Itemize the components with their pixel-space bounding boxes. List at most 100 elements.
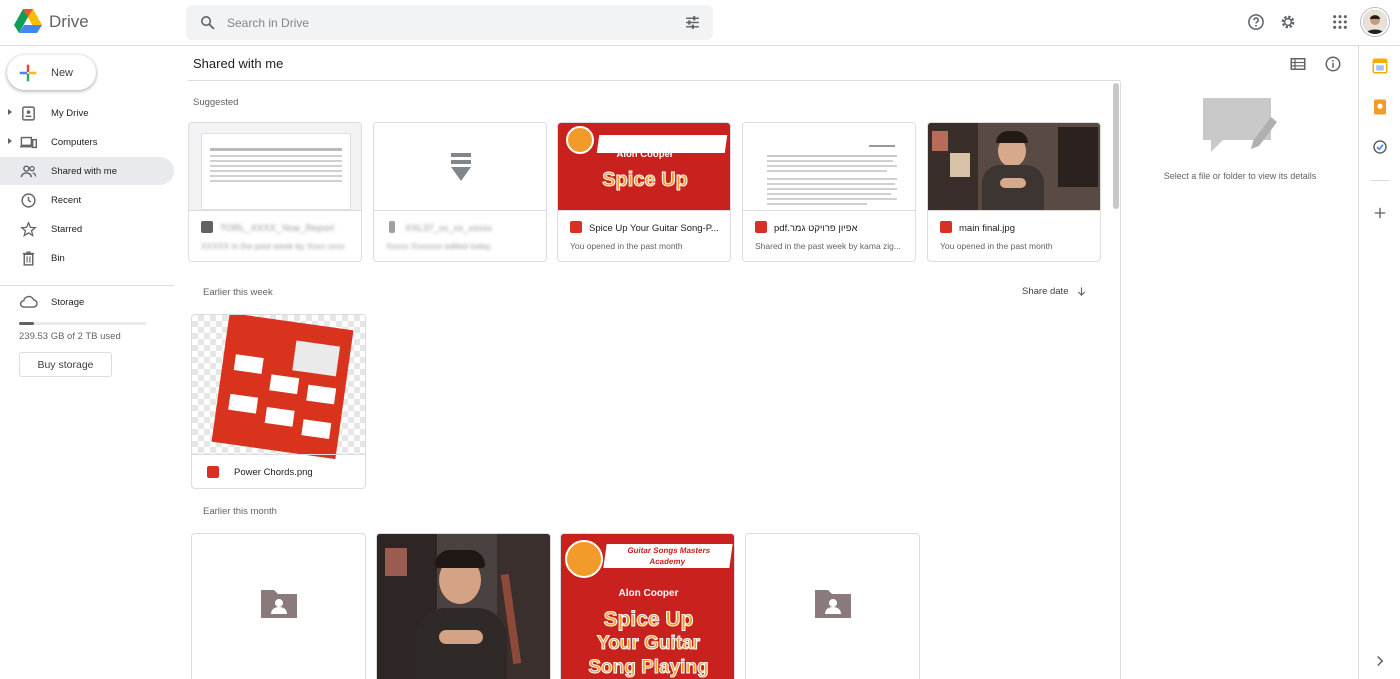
gear-icon — [1281, 15, 1295, 29]
drive-logo[interactable] — [14, 8, 42, 34]
new-button-label: New — [51, 66, 74, 79]
storage-usage-fill — [19, 322, 34, 325]
nav-label: Recent — [51, 195, 82, 206]
info-icon[interactable] — [1324, 55, 1342, 73]
file-activity: You opened in the past month — [940, 241, 1053, 251]
earlier-this-week-heading: Earlier this week — [203, 287, 273, 298]
computers-icon — [20, 136, 37, 149]
plus-icon — [19, 64, 37, 81]
add-addon-icon[interactable] — [1371, 204, 1389, 222]
details-empty-message: Select a file or folder to view its deta… — [1163, 171, 1317, 181]
file-thumbnail — [743, 123, 915, 210]
pdf-file-icon — [570, 221, 582, 233]
file-activity: Xxxxx Xxxxxxx edited today — [386, 241, 491, 251]
cloud-icon — [19, 295, 38, 308]
nav-starred[interactable]: Starred — [0, 215, 174, 243]
generic-file-icon — [451, 153, 471, 181]
scrollbar-thumb[interactable] — [1113, 83, 1119, 209]
file-name: main final.jpg — [959, 223, 1015, 234]
help-icon — [1248, 14, 1264, 30]
my-drive-icon — [22, 106, 35, 121]
poster-brand-line: Academy — [648, 557, 686, 566]
chevron-right-icon[interactable] — [1371, 652, 1389, 670]
image-file-icon — [207, 466, 219, 478]
shared-folder-card[interactable] — [745, 533, 920, 679]
file-name: XXL37_xx_xx_xxxxx — [405, 223, 493, 234]
storage-usage-bar — [19, 322, 146, 325]
file-name: TORL_XXXX_Year_Report — [220, 223, 335, 234]
star-icon — [20, 221, 37, 237]
apps-grid-icon — [1333, 15, 1347, 29]
nav-label: My Drive — [51, 108, 89, 119]
help-button[interactable] — [1245, 11, 1267, 33]
search-bar[interactable] — [186, 5, 713, 40]
apps-button[interactable] — [1329, 11, 1351, 33]
arrow-down-icon[interactable] — [1076, 286, 1087, 297]
search-options-icon[interactable] — [684, 14, 701, 31]
top-bar: Drive — [0, 0, 1400, 46]
file-thumbnail — [189, 123, 361, 210]
file-card[interactable]: Power Chords.png — [191, 314, 366, 489]
poster-brand-line: Guitar Songs Masters — [626, 546, 711, 555]
page-title: Shared with me — [193, 56, 284, 71]
poster-title: Song Playing — [588, 657, 709, 679]
suggested-file-card[interactable]: XXL37_xx_xx_xxxxx Xxxxx Xxxxxxx edited t… — [373, 122, 547, 262]
file-name: Spice Up Your Guitar Song-P... — [589, 223, 719, 234]
account-avatar[interactable] — [1361, 8, 1389, 36]
suggested-file-card[interactable]: pdf.אפיון פרויקט גמר Shared in the past … — [742, 122, 916, 262]
file-activity: Shared in the past week by kama zig... — [755, 241, 901, 251]
sort-label: Share date — [1022, 286, 1069, 297]
main-divider — [188, 80, 1120, 81]
file-thumbnail — [192, 315, 365, 460]
shared-folder-card[interactable] — [191, 533, 366, 679]
poster-author: Alon Cooper — [618, 588, 679, 599]
file-name: Power Chords.png — [234, 467, 313, 478]
poster-title: Your Guitar — [596, 633, 701, 655]
image-file-icon — [940, 221, 952, 233]
search-input[interactable] — [227, 13, 657, 33]
poster-brand-banner: Guitar Songs Masters Academy — [603, 544, 733, 568]
settings-button[interactable] — [1277, 11, 1299, 33]
search-icon[interactable] — [199, 14, 216, 31]
file-activity: You opened in the past month — [570, 241, 683, 251]
storage-used-text: 239.53 GB of 2 TB used — [19, 331, 121, 342]
clock-icon — [21, 193, 36, 208]
buy-storage-button[interactable]: Buy storage — [19, 352, 112, 377]
list-view-icon[interactable] — [1289, 55, 1307, 73]
suggested-file-card[interactable]: main final.jpg You opened in the past mo… — [927, 122, 1101, 262]
storage-label[interactable]: Storage — [51, 297, 84, 308]
sort-by-share-date[interactable]: Share date — [1022, 286, 1087, 297]
shared-folder-icon — [261, 590, 297, 618]
expand-caret-icon[interactable] — [8, 109, 12, 115]
app-name[interactable]: Drive — [49, 12, 89, 32]
nav-my-drive[interactable]: My Drive — [0, 99, 174, 127]
sheet-file-icon — [201, 221, 213, 233]
calendar-icon[interactable] — [1371, 57, 1389, 75]
video-thumbnail-card[interactable] — [376, 533, 551, 679]
nav-label: Bin — [51, 253, 65, 264]
keep-icon[interactable] — [1371, 98, 1389, 116]
file-thumbnail: Alon Cooper Spice Up — [558, 123, 730, 210]
suggested-file-card[interactable]: TORL_XXXX_Year_Report XXXXX in the past … — [188, 122, 362, 262]
nav-shared-with-me[interactable]: Shared with me — [0, 157, 174, 185]
expand-caret-icon[interactable] — [8, 138, 12, 144]
earlier-this-month-heading: Earlier this month — [203, 506, 277, 517]
poster-title: Spice Up — [602, 169, 689, 192]
file-type-icon — [389, 221, 395, 233]
tasks-icon[interactable] — [1371, 138, 1389, 156]
file-name: pdf.אפיון פרויקט גמר — [774, 223, 858, 234]
nav-label: Computers — [51, 137, 98, 148]
nav-label: Shared with me — [51, 166, 118, 177]
nav-computers[interactable]: Computers — [0, 128, 174, 156]
file-activity: XXXXX in the past week by Xxxx xxxx — [201, 241, 345, 251]
file-thumbnail — [928, 123, 1100, 210]
nav-recent[interactable]: Recent — [0, 186, 174, 214]
new-button[interactable]: New — [7, 55, 96, 90]
side-panel-rail — [1358, 46, 1400, 679]
nav-divider — [0, 285, 174, 286]
suggested-file-card[interactable]: Alon Cooper Spice Up Spice Up Your Guita… — [557, 122, 731, 262]
nav-bin[interactable]: Bin — [0, 244, 174, 272]
pdf-file-icon — [755, 221, 767, 233]
shared-icon — [20, 165, 37, 178]
pdf-poster-card[interactable]: Guitar Songs Masters Academy Alon Cooper… — [560, 533, 735, 679]
